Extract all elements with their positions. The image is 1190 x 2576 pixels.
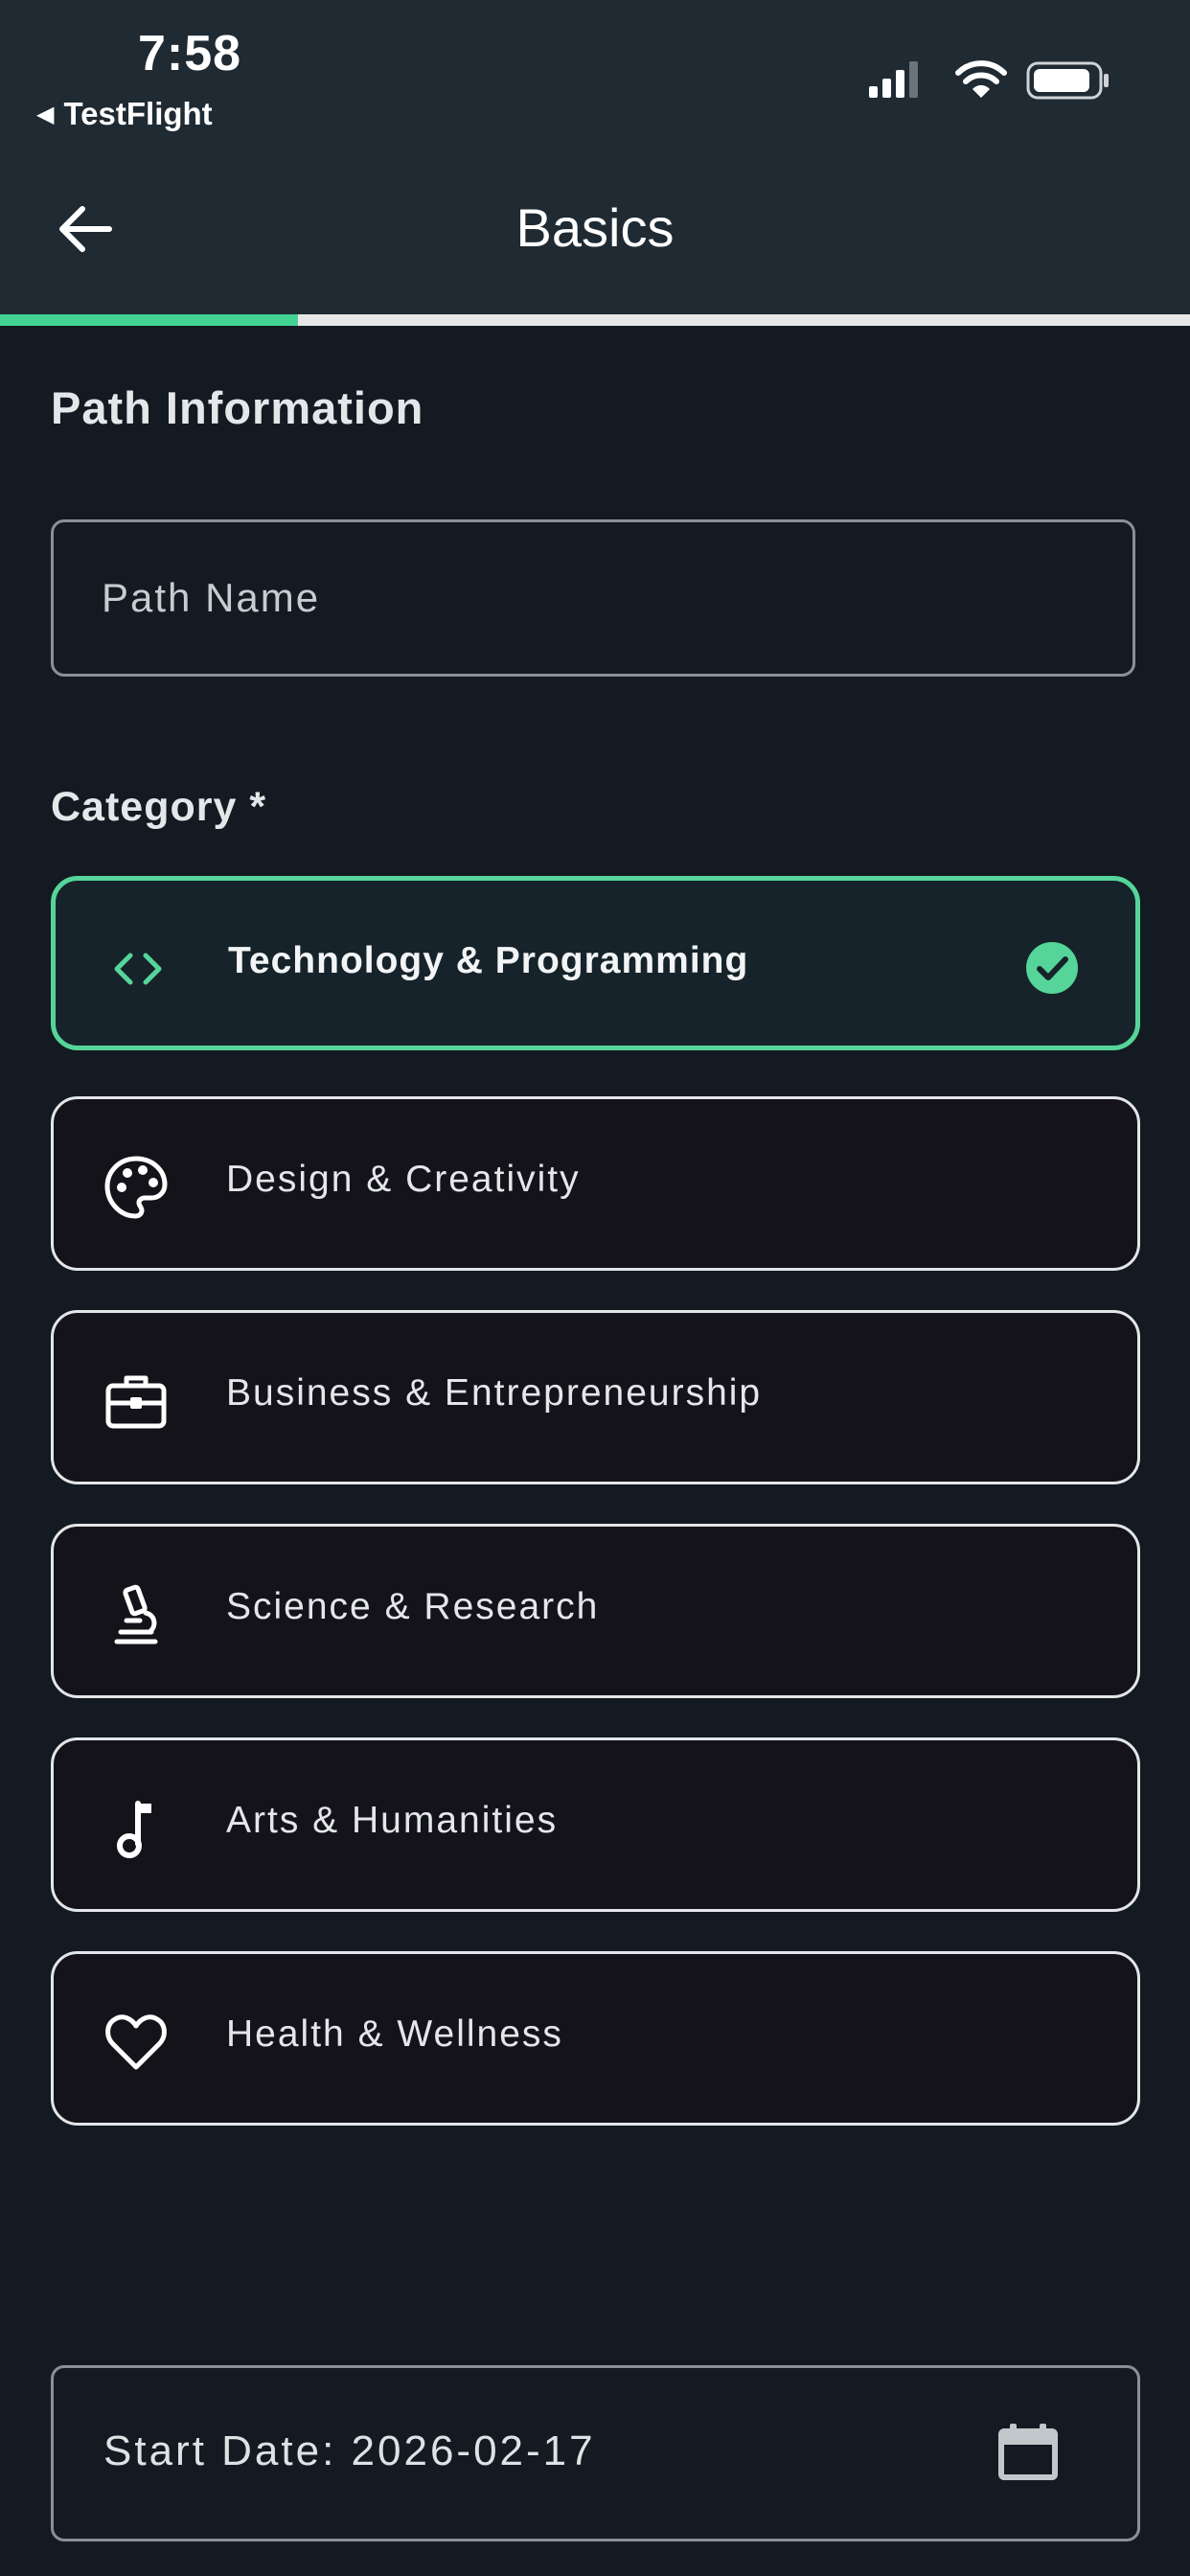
category-option-arts[interactable]: Arts & Humanities xyxy=(51,1737,1140,1912)
music-note-icon xyxy=(117,1801,151,1858)
category-option-design[interactable]: Design & Creativity xyxy=(51,1096,1140,1271)
briefcase-icon xyxy=(105,1375,167,1429)
app-header: 7:58 ◀ TestFlight Basics xyxy=(0,0,1190,316)
category-option-business[interactable]: Business & Entrepreneurship xyxy=(51,1310,1140,1484)
progress-fill xyxy=(0,314,298,326)
category-option-technology[interactable]: Technology & Programming xyxy=(51,876,1140,1050)
calendar-icon[interactable] xyxy=(995,2422,1061,2481)
category-option-health[interactable]: Health & Wellness xyxy=(51,1951,1140,2126)
check-circle-icon xyxy=(1026,942,1078,994)
back-triangle-icon: ◀ xyxy=(36,102,55,127)
code-icon xyxy=(114,953,162,985)
battery-icon xyxy=(1026,61,1109,100)
back-to-app-link[interactable]: ◀ TestFlight xyxy=(36,96,213,132)
page-title: Basics xyxy=(515,197,675,258)
path-name-input[interactable] xyxy=(51,519,1135,677)
category-label-text: Science & Research xyxy=(226,1586,600,1627)
category-label-text: Business & Entrepreneurship xyxy=(226,1372,763,1414)
section-title: Path Information xyxy=(51,382,424,433)
category-label-text: Arts & Humanities xyxy=(226,1800,559,1841)
category-option-science[interactable]: Science & Research xyxy=(51,1524,1140,1698)
category-label-text: Design & Creativity xyxy=(226,1159,581,1200)
category-label-text: Health & Wellness xyxy=(226,2013,563,2055)
start-date-text: Start Date: 2026-02-17 xyxy=(103,2427,596,2474)
microscope-icon xyxy=(114,1584,158,1644)
start-date-field[interactable]: Start Date: 2026-02-17 xyxy=(51,2365,1140,2542)
heart-icon xyxy=(105,2014,167,2070)
progress-bar xyxy=(0,314,1190,326)
wifi-icon xyxy=(955,60,1007,98)
palette-icon xyxy=(104,1156,168,1219)
status-time: 7:58 xyxy=(138,26,242,81)
category-label: Category * xyxy=(51,784,267,830)
signal-icon xyxy=(869,61,918,98)
back-app-label: TestFlight xyxy=(63,96,213,131)
category-label-text: Technology & Programming xyxy=(228,940,749,981)
